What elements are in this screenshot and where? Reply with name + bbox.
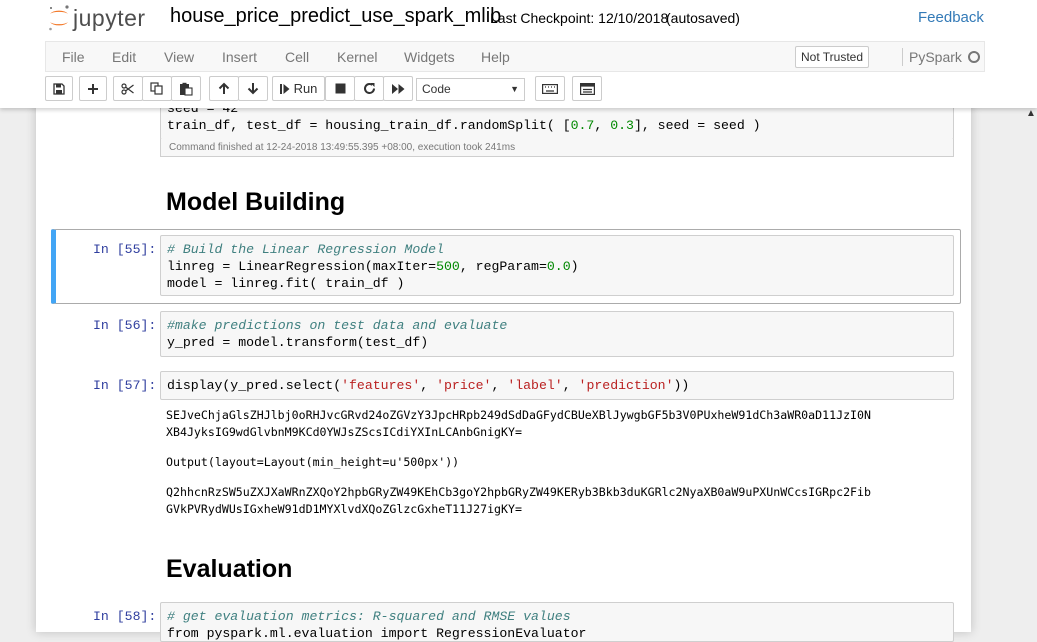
markdown-heading-evaluation[interactable]: Evaluation: [166, 555, 292, 584]
command-palette-button[interactable]: [572, 76, 602, 101]
code-line: # Build the Linear Regression Model: [167, 242, 444, 257]
feedback-link[interactable]: Feedback: [918, 9, 984, 26]
code-line: y_pred = model.transform(test_df): [167, 335, 429, 350]
cell-prompt: In [57]:: [93, 378, 157, 393]
cell-type-dropdown[interactable]: Code ▼: [416, 78, 525, 101]
output-text: Output(layout=Layout(min_height=u'500px'…: [166, 455, 460, 469]
stop-icon: [335, 83, 345, 94]
run-icon: [279, 83, 290, 94]
code-cell-57-input[interactable]: display(y_pred.select('features', 'price…: [160, 371, 954, 400]
menu-bar: File Edit View Insert Cell Kernel Widget…: [45, 41, 985, 72]
code-line: linreg = LinearRegression(maxIter=500, r…: [167, 259, 579, 274]
menu-kernel[interactable]: Kernel: [337, 49, 377, 65]
copy-icon: [150, 82, 163, 95]
code-cell-56-input[interactable]: #make predictions on test data and evalu…: [160, 311, 954, 357]
plus-icon: [88, 83, 98, 94]
paste-button[interactable]: [171, 76, 201, 101]
insert-cell-button[interactable]: [79, 76, 107, 101]
menu-widgets[interactable]: Widgets: [404, 49, 455, 65]
kernel-idle-icon: [968, 51, 980, 63]
cell-prompt: In [55]:: [93, 242, 157, 257]
copy-button[interactable]: [142, 76, 172, 101]
code-cell-58-input[interactable]: # get evaluation metrics: R-squared and …: [160, 602, 954, 642]
chevron-down-icon: ▼: [510, 84, 519, 94]
jupyter-logo[interactable]: jupyter: [48, 2, 146, 34]
keyboard-icon: [542, 83, 558, 94]
save-icon: [53, 82, 65, 95]
scroll-up-arrow-icon[interactable]: ▲: [1026, 108, 1036, 119]
keyboard-shortcuts-button[interactable]: [535, 76, 565, 101]
cut-button[interactable]: [113, 76, 143, 101]
save-button[interactable]: [45, 76, 73, 101]
cell-type-value: Code: [422, 82, 451, 96]
code-line: #make predictions on test data and evalu…: [167, 318, 508, 333]
kernel-name[interactable]: PySpark: [909, 49, 962, 65]
restart-kernel-button[interactable]: [354, 76, 384, 101]
autosave-status: (autosaved): [666, 10, 740, 26]
cell-prompt: In [56]:: [93, 318, 157, 333]
menu-edit[interactable]: Edit: [112, 49, 136, 65]
move-down-button[interactable]: [238, 76, 268, 101]
arrow-up-icon: [218, 82, 230, 94]
menu-help[interactable]: Help: [481, 49, 510, 65]
code-line: display(y_pred.select('features', 'price…: [167, 378, 690, 393]
notebook-header: jupyter house_price_predict_use_spark_ml…: [0, 0, 1037, 108]
cut-icon: [121, 82, 134, 95]
not-trusted-button[interactable]: Not Trusted: [795, 46, 870, 68]
output-text: Q2hhcnRzSW5uZXJXaWRnZXQoY2hpbGRyZW49KEhC…: [166, 485, 871, 499]
menu-view[interactable]: View: [164, 49, 194, 65]
menu-cell[interactable]: Cell: [285, 49, 309, 65]
cell-prompt: In [58]:: [93, 609, 157, 624]
output-text: XB4JyksIG9wdGlvbnM9KCd0YWJsZScsICdiYXInL…: [166, 425, 522, 439]
run-button[interactable]: Run: [272, 76, 325, 101]
fast-forward-icon: [391, 83, 404, 94]
jupyter-logo-icon: [49, 5, 69, 31]
checkpoint-status: Last Checkpoint: 12/10/2018: [490, 10, 669, 26]
notebook-name[interactable]: house_price_predict_use_spark_mlib: [170, 5, 501, 28]
arrow-down-icon: [247, 83, 259, 95]
logo-text: jupyter: [73, 4, 146, 31]
restart-run-all-button[interactable]: [383, 76, 413, 101]
code-line: model = linreg.fit( train_df ): [167, 276, 405, 291]
menu-insert[interactable]: Insert: [222, 49, 257, 65]
output-text: GVkPVRydWUsIGxheW91dD1MYXlvdXQoZGlzcGxhe…: [166, 502, 522, 516]
markdown-heading-model-building[interactable]: Model Building: [166, 188, 345, 217]
code-line: from pyspark.ml.evaluation import Regres…: [167, 626, 587, 641]
code-cell-55-input[interactable]: # Build the Linear Regression Model linr…: [160, 235, 954, 296]
restart-icon: [363, 83, 375, 94]
paste-icon: [180, 82, 193, 96]
execution-time-label: Command finished at 12-24-2018 13:49:55.…: [160, 139, 954, 157]
code-line: train_df, test_df = housing_train_df.ran…: [167, 118, 761, 133]
command-palette-icon: [579, 82, 595, 95]
kernel-divider: [902, 48, 903, 66]
interrupt-button[interactable]: [325, 76, 355, 101]
code-line: # get evaluation metrics: R-squared and …: [167, 609, 571, 624]
output-text: SEJveChjaGlsZHJlbj0oRHJvcGRvd24oZGVzY3Jp…: [166, 408, 871, 422]
run-label: Run: [293, 81, 318, 96]
menu-file[interactable]: File: [62, 49, 85, 65]
move-up-button[interactable]: [209, 76, 239, 101]
